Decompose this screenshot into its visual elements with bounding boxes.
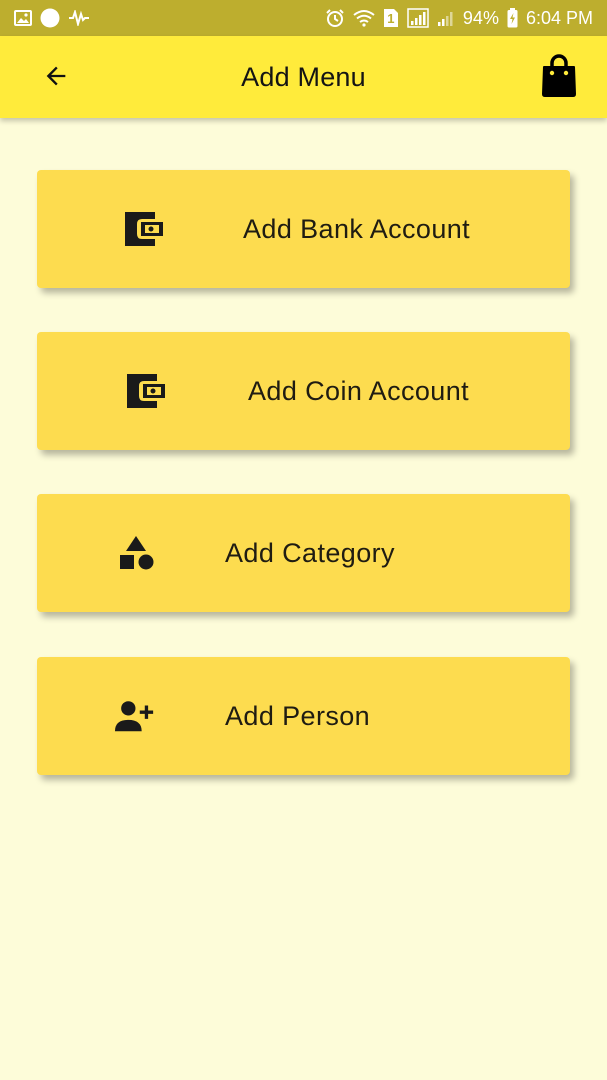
activity-icon <box>68 10 90 26</box>
category-icon <box>115 532 157 574</box>
add-person-label: Add Person <box>225 700 371 731</box>
status-bar-left <box>14 8 90 28</box>
signal-weak-icon <box>437 9 455 27</box>
battery-icon <box>507 8 518 28</box>
add-bank-account-label: Add Bank Account <box>243 213 471 244</box>
add-coin-account-button[interactable]: Add Coin Account <box>37 332 570 450</box>
status-bar-right: 1 94% 6:04 PM <box>325 8 593 28</box>
add-category-label: Add Category <box>225 537 395 568</box>
arrow-back-icon <box>42 62 70 95</box>
clock: 6:04 PM <box>525 8 593 28</box>
notification-badge-icon <box>40 8 60 28</box>
sim-icon: 1 <box>383 8 399 28</box>
add-bank-account-button[interactable]: Add Bank Account <box>37 170 570 288</box>
wallet-icon <box>123 208 165 250</box>
wifi-icon <box>353 9 375 27</box>
signal-icon <box>407 8 429 28</box>
add-coin-account-label: Add Coin Account <box>248 375 470 406</box>
shopping-bag-button[interactable] <box>533 52 585 104</box>
battery-percent: 94% <box>462 8 499 28</box>
add-category-button[interactable]: Add Category <box>37 494 570 612</box>
back-button[interactable] <box>30 52 82 104</box>
wallet-icon <box>125 370 167 412</box>
app-bar: Add Menu <box>0 36 607 118</box>
shopping-bag-icon <box>540 53 578 103</box>
image-icon <box>14 10 32 26</box>
page-title: Add Menu <box>241 61 366 92</box>
add-person-button[interactable]: Add Person <box>37 657 570 775</box>
alarm-icon <box>325 8 345 28</box>
status-bar: 1 94% 6:04 PM <box>0 0 607 36</box>
sim-number: 1 <box>387 10 395 26</box>
person-add-icon <box>114 695 156 737</box>
